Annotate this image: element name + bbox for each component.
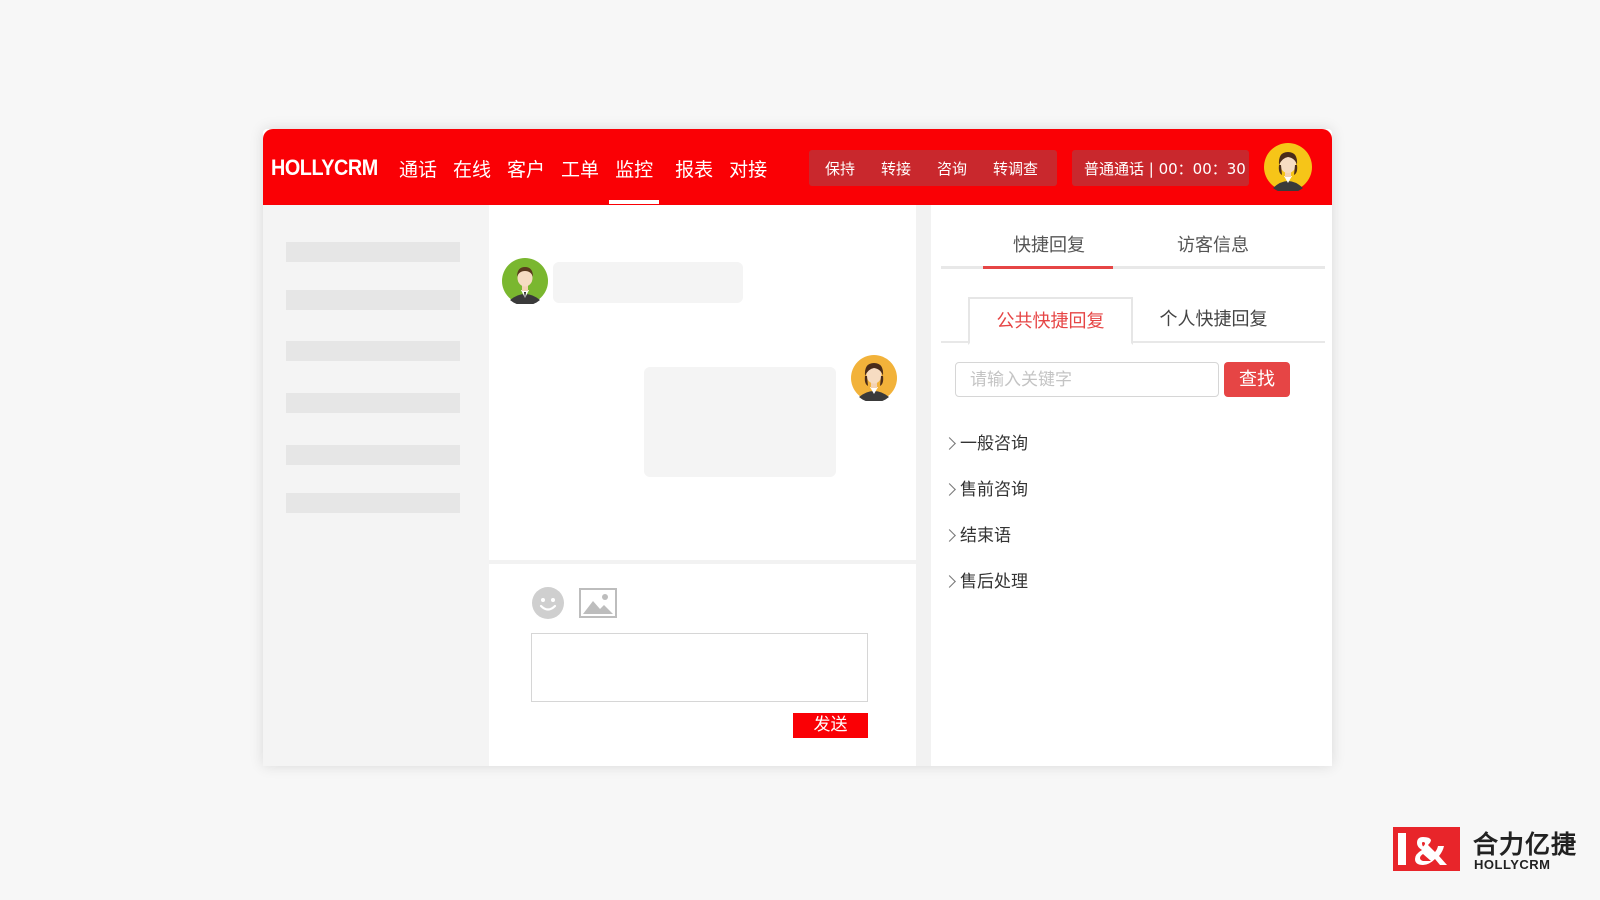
visitor-message-bubble: [553, 262, 743, 303]
tab-visitor-info[interactable]: 访客信息: [1177, 231, 1249, 257]
sidebar-placeholder-item[interactable]: [286, 290, 460, 310]
main-nav: 通话 在线 客户 工单 监控 报表 对接: [399, 153, 783, 204]
category-label: 售前咨询: [960, 479, 1028, 500]
sidebar-placeholder-item[interactable]: [286, 393, 460, 413]
crm-window: HOLLYCRM 通话 在线 客户 工单 监控 报表 对接 保持 转接 咨询 转…: [263, 129, 1332, 766]
consult-button[interactable]: 咨询: [937, 158, 967, 179]
brand-name-en: HOLLYCRM: [1474, 857, 1551, 872]
send-button[interactable]: 发送: [793, 713, 868, 738]
nav-item-integration[interactable]: 对接: [729, 153, 767, 184]
nav-item-calls[interactable]: 通话: [399, 153, 437, 184]
chevron-right-icon: [943, 528, 956, 542]
agent-chat-avatar: [851, 355, 897, 401]
brand-watermark: 合力亿捷 HOLLYCRM: [1393, 827, 1587, 873]
category-general-inquiry[interactable]: 一般咨询: [943, 418, 1028, 464]
chat-panel: 发送: [489, 205, 916, 766]
sidebar-placeholder-item[interactable]: [286, 445, 460, 465]
quick-reply-category-list: 一般咨询 售前咨询 结束语 售后处理: [943, 418, 1028, 602]
chevron-right-icon: [943, 574, 956, 588]
brand-logo-icon: [1393, 827, 1460, 871]
transfer-button[interactable]: 转接: [881, 158, 911, 179]
chat-divider: [489, 560, 916, 564]
nav-item-monitor[interactable]: 监控: [609, 153, 660, 204]
message-input[interactable]: [531, 633, 868, 702]
tab-quick-reply[interactable]: 快捷回复: [983, 231, 1113, 269]
panel-divider: [916, 205, 931, 766]
image-icon[interactable]: [579, 588, 617, 618]
sidebar-placeholder-item[interactable]: [286, 242, 460, 262]
tab-personal-quick-reply[interactable]: 个人快捷回复: [1146, 297, 1281, 343]
sidebar-placeholder-item[interactable]: [286, 493, 460, 513]
agent-avatar[interactable]: [1264, 143, 1312, 191]
nav-item-tickets[interactable]: 工单: [561, 153, 599, 184]
agent-message-bubble: [644, 367, 836, 477]
category-label: 结束语: [960, 525, 1011, 546]
emoji-icon[interactable]: [531, 586, 565, 620]
nav-item-online[interactable]: 在线: [453, 153, 491, 184]
transfer-survey-button[interactable]: 转调查: [993, 158, 1038, 179]
chevron-right-icon: [943, 436, 956, 450]
call-control-group: 保持 转接 咨询 转调查: [809, 150, 1057, 186]
hold-button[interactable]: 保持: [825, 158, 855, 179]
keyword-search-input[interactable]: [955, 362, 1219, 397]
app-logo: HOLLYCRM: [271, 155, 378, 180]
chevron-right-icon: [943, 482, 956, 496]
sidebar-placeholder-item[interactable]: [286, 341, 460, 361]
top-navigation-bar: HOLLYCRM 通话 在线 客户 工单 监控 报表 对接 保持 转接 咨询 转…: [263, 129, 1332, 205]
search-button[interactable]: 查找: [1224, 362, 1290, 397]
quick-reply-sub-tabs: 公共快捷回复 个人快捷回复: [941, 297, 1325, 345]
visitor-avatar: [502, 258, 548, 304]
category-presales-inquiry[interactable]: 售前咨询: [943, 464, 1028, 510]
brand-name-cn: 合力亿捷: [1473, 830, 1578, 859]
nav-item-customers[interactable]: 客户: [507, 153, 545, 184]
category-label: 一般咨询: [960, 433, 1028, 454]
conversation-sidebar: [263, 205, 489, 766]
right-panel: 快捷回复 访客信息 公共快捷回复 个人快捷回复 查找 一般咨询 售前咨询 结束语: [931, 205, 1332, 766]
nav-item-reports[interactable]: 报表: [675, 153, 713, 184]
tab-public-quick-reply[interactable]: 公共快捷回复: [968, 297, 1133, 345]
category-label: 售后处理: [960, 571, 1028, 592]
category-closing-words[interactable]: 结束语: [943, 510, 1028, 556]
category-after-sales[interactable]: 售后处理: [943, 556, 1028, 602]
call-status-timer: 普通通话 | 00：00：30: [1072, 150, 1249, 186]
right-panel-tabs: 快捷回复 访客信息: [941, 205, 1325, 269]
